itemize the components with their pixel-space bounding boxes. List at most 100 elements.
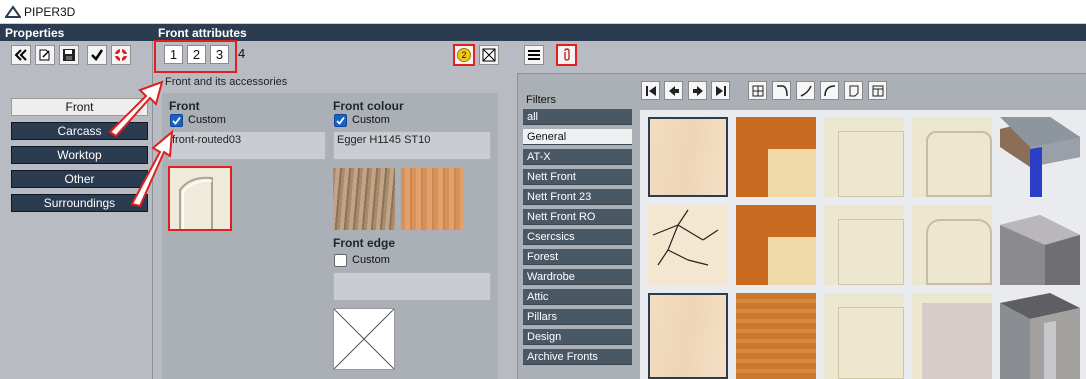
colour-name-field[interactable]: Egger H1145 ST10 xyxy=(333,131,491,160)
gallery-thumb[interactable] xyxy=(1000,293,1080,379)
last-page-button[interactable] xyxy=(711,81,730,100)
section-title: Front and its accessories xyxy=(165,76,288,88)
filter-forest[interactable]: Forest xyxy=(523,249,632,265)
gallery-thumb[interactable] xyxy=(736,205,816,285)
filters-title: Filters xyxy=(526,94,556,106)
shape-curve-button[interactable] xyxy=(772,81,791,100)
panel-3d-image xyxy=(1000,215,1080,285)
gallery-thumb[interactable] xyxy=(736,293,816,379)
filter-csercsics[interactable]: Csercsics xyxy=(523,229,632,245)
filter-all[interactable]: all xyxy=(523,109,632,125)
edge-texture-swatch[interactable] xyxy=(401,168,463,230)
skip-first-icon xyxy=(645,85,656,96)
edge-name-field[interactable] xyxy=(333,272,491,301)
gallery-thumb[interactable] xyxy=(824,205,904,285)
paperclip-icon xyxy=(563,48,570,61)
front-name-field[interactable]: front-routed03 xyxy=(168,131,326,160)
annotation-arrow-tabs xyxy=(108,80,164,138)
arc-icon xyxy=(823,84,835,96)
gallery-thumb[interactable] xyxy=(824,117,904,197)
grid-icon xyxy=(752,85,763,96)
tab-2[interactable]: 2 xyxy=(187,45,206,64)
no-image-icon xyxy=(334,309,394,369)
colour-custom-checkbox[interactable] xyxy=(334,114,347,127)
front-edge-label: Front edge xyxy=(333,236,395,250)
filter-wardrobe[interactable]: Wardrobe xyxy=(523,269,632,285)
colour-custom-label: Custom xyxy=(352,114,390,126)
gallery-thumb[interactable] xyxy=(824,293,904,379)
thumb-detail xyxy=(922,303,992,379)
thumb-detail xyxy=(926,219,992,285)
panel-3d-image xyxy=(1000,117,1080,197)
gallery-thumb[interactable] xyxy=(912,117,992,197)
wood-texture-swatch[interactable] xyxy=(333,168,395,230)
filter-at-x[interactable]: AT-X xyxy=(523,149,632,165)
thumb-detail xyxy=(838,131,904,197)
view-grid-button[interactable] xyxy=(748,81,767,100)
gallery-thumb[interactable] xyxy=(736,117,816,197)
shape-arch-button[interactable] xyxy=(868,81,887,100)
thumb-detail xyxy=(926,131,992,197)
filter-archive-fronts[interactable]: Archive Fronts xyxy=(523,349,632,365)
gallery-thumb[interactable] xyxy=(648,205,728,285)
shape-page-button[interactable] xyxy=(844,81,863,100)
no-image-button[interactable] xyxy=(479,45,499,65)
hamburger-menu-icon xyxy=(528,50,540,60)
thumb-detail xyxy=(838,307,904,379)
properties-header: Properties xyxy=(5,26,65,40)
arrow-left-icon xyxy=(668,85,679,96)
tab-3[interactable]: 3 xyxy=(210,45,229,64)
gallery-thumb[interactable] xyxy=(648,293,728,379)
shape-arc-button[interactable] xyxy=(820,81,839,100)
front-custom-label: Custom xyxy=(188,114,226,126)
cross-box-icon xyxy=(482,48,496,62)
annotation-arrows xyxy=(108,80,174,208)
attach-button[interactable] xyxy=(556,44,577,66)
curve-corner-icon xyxy=(776,84,788,96)
filter-attic[interactable]: Attic xyxy=(523,289,632,305)
edge-custom-checkbox[interactable] xyxy=(334,254,347,267)
gallery-thumb[interactable] xyxy=(1000,117,1080,197)
section-header: Properties Front attributes xyxy=(0,24,1086,41)
warning-count-badge: 2 xyxy=(457,48,471,62)
arch-icon xyxy=(872,85,883,96)
filter-general[interactable]: General xyxy=(523,129,632,145)
tab-4[interactable]: 4 xyxy=(238,46,245,61)
gallery-thumb[interactable] xyxy=(912,205,992,285)
gallery-thumb[interactable] xyxy=(648,117,728,197)
warnings-button[interactable]: 2 xyxy=(453,44,475,66)
open-file-icon xyxy=(39,49,50,61)
filter-nett-front-ro[interactable]: Nett Front RO xyxy=(523,209,632,225)
thumb-detail xyxy=(768,237,816,285)
next-page-button[interactable] xyxy=(688,81,707,100)
filter-nett-front[interactable]: Nett Front xyxy=(523,169,632,185)
tree-pattern-image xyxy=(652,209,719,266)
gallery-thumb[interactable] xyxy=(1000,205,1080,285)
shape-diagonal-button[interactable] xyxy=(796,81,815,100)
title-bar: PIPER3D xyxy=(0,0,1086,24)
edge-preview[interactable] xyxy=(333,308,395,370)
open-button[interactable] xyxy=(35,45,55,65)
thumb-detail xyxy=(768,149,816,197)
page-curl-icon xyxy=(849,85,858,96)
front-attributes-header: Front attributes xyxy=(158,26,247,40)
menu-button[interactable] xyxy=(524,45,544,65)
collapse-button[interactable] xyxy=(11,45,31,65)
filter-design[interactable]: Design xyxy=(523,329,632,345)
check-icon xyxy=(336,116,345,125)
app-title: PIPER3D xyxy=(24,5,76,19)
panel-3d-image xyxy=(1000,293,1080,379)
first-page-button[interactable] xyxy=(641,81,660,100)
gallery-thumb[interactable] xyxy=(912,293,992,379)
thumb-detail xyxy=(838,219,904,285)
save-button[interactable] xyxy=(59,45,79,65)
diagonal-icon xyxy=(800,85,812,97)
save-icon xyxy=(63,49,75,61)
app-logo-icon xyxy=(5,5,21,18)
annotation-arrow-front xyxy=(130,129,174,208)
filter-pillars[interactable]: Pillars xyxy=(523,309,632,325)
prev-page-button[interactable] xyxy=(664,81,683,100)
filter-nett-front-23[interactable]: Nett Front 23 xyxy=(523,189,632,205)
front-colour-label: Front colour xyxy=(333,99,404,113)
double-chevron-left-icon xyxy=(14,49,27,61)
